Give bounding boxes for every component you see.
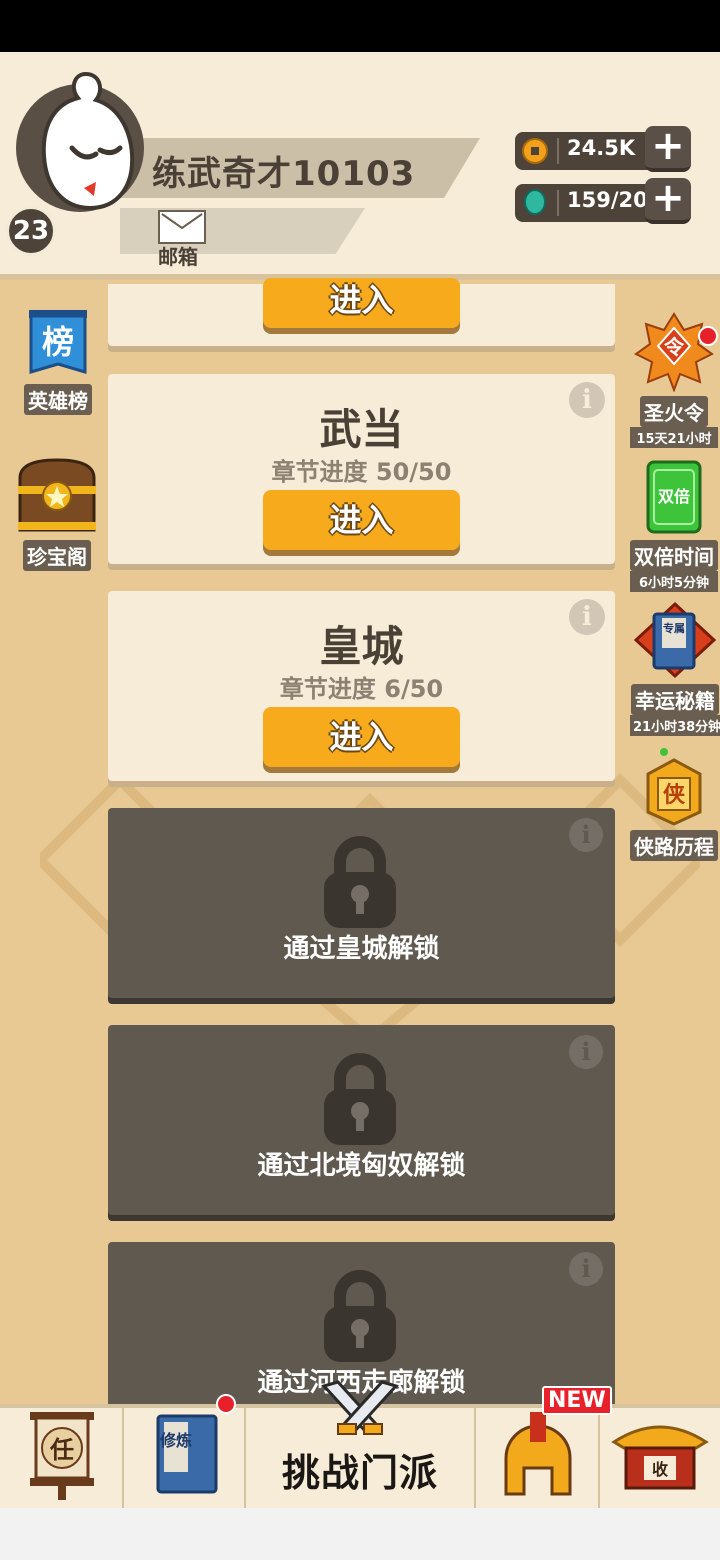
lucky-manual-button[interactable]: 专属 幸运秘籍 21小时38分钟 xyxy=(630,600,720,736)
sect-card-wudang: i 武当 章节进度 50/50 进入 xyxy=(108,374,615,564)
mail-label[interactable]: 邮箱 xyxy=(158,241,198,270)
double-time-button[interactable]: 双倍 双倍时间 6小时5分钟 xyxy=(630,458,718,592)
svg-text:令: 令 xyxy=(664,335,685,359)
svg-text:专属: 专属 xyxy=(663,621,685,635)
info-icon[interactable]: i xyxy=(569,818,603,852)
sect-title: 武当 xyxy=(319,405,404,454)
helmet-icon xyxy=(504,1412,572,1496)
lock-icon xyxy=(324,1270,396,1362)
add-gold-button[interactable]: + xyxy=(645,126,691,172)
info-icon[interactable]: i xyxy=(569,1252,603,1286)
challenge-sect-label[interactable]: 挑战门派 xyxy=(270,1442,450,1497)
treasure-pavilion-button[interactable]: 珍宝阁 xyxy=(12,456,102,571)
avatar[interactable] xyxy=(16,70,148,212)
enter-button[interactable]: 进入 xyxy=(263,278,460,328)
nav-equipment[interactable] xyxy=(476,1408,600,1512)
pavilion-icon: 收 xyxy=(611,1425,709,1490)
treasure-chest-icon xyxy=(18,458,96,532)
gem-counter: 159/20 xyxy=(515,184,655,222)
unlock-condition: 通过皇城解锁 xyxy=(283,934,440,964)
locked-sect-card: i 通过北境匈奴解锁 xyxy=(108,1025,615,1215)
mail-banner xyxy=(120,208,365,254)
notification-dot xyxy=(216,1394,236,1414)
sect-card-partial: 进入 xyxy=(108,278,615,346)
sacred-fire-order-timer: 15天21小时 xyxy=(630,427,718,448)
info-icon[interactable]: i xyxy=(569,1035,603,1069)
mail-icon[interactable] xyxy=(158,210,206,244)
lucky-manual-timer: 21小时38分钟 xyxy=(630,715,720,736)
hero-ranking-button[interactable]: 榜 英雄榜 xyxy=(14,308,102,415)
coin-icon xyxy=(522,138,548,164)
double-time-label: 双倍时间 xyxy=(630,540,718,571)
cultivation-book-icon: 修炼 xyxy=(156,1414,218,1494)
lock-icon xyxy=(324,836,396,928)
chapter-progress: 章节进度 6/50 xyxy=(279,675,444,703)
nav-cultivate[interactable]: 修炼 xyxy=(124,1408,246,1512)
jade-icon xyxy=(524,189,546,215)
treasure-pavilion-label: 珍宝阁 xyxy=(23,540,91,571)
chapter-progress: 章节进度 50/50 xyxy=(271,458,452,486)
gem-value: 159/20 xyxy=(567,188,648,212)
gold-value: 24.5K xyxy=(567,136,636,160)
svg-text:双倍: 双倍 xyxy=(658,487,690,506)
hero-journey-button[interactable]: 侠 侠路历程 xyxy=(630,746,718,861)
enter-button[interactable]: 进入 xyxy=(263,490,460,550)
enter-button[interactable]: 进入 xyxy=(263,707,460,767)
hero-ranking-label: 英雄榜 xyxy=(24,384,92,415)
svg-text:修炼: 修炼 xyxy=(159,1431,192,1450)
svg-text:榜: 榜 xyxy=(42,323,74,361)
system-nav-area xyxy=(0,1508,720,1560)
gold-counter: 24.5K xyxy=(515,132,655,170)
svg-text:任: 任 xyxy=(49,1436,74,1464)
nav-tasks[interactable]: 任 xyxy=(0,1408,124,1512)
flame-token-icon: 令 xyxy=(634,312,714,393)
notification-dot xyxy=(698,326,718,346)
nav-collect[interactable]: 收 xyxy=(600,1408,720,1512)
locked-sect-card: i 通过皇城解锁 xyxy=(108,808,615,998)
sect-title: 皇城 xyxy=(319,622,404,671)
level-badge: 23 xyxy=(6,206,56,256)
new-badge: NEW xyxy=(542,1386,612,1415)
hero-journey-label: 侠路历程 xyxy=(630,830,718,861)
crossed-swords-icon xyxy=(321,1380,399,1435)
status-bar xyxy=(0,0,720,52)
lock-icon xyxy=(324,1053,396,1145)
add-gem-button[interactable]: + xyxy=(645,178,691,224)
svg-text:收: 收 xyxy=(652,1460,668,1479)
double-time-timer: 6小时5分钟 xyxy=(630,571,718,592)
lucky-manual-label: 幸运秘籍 xyxy=(631,684,719,715)
svg-text:侠: 侠 xyxy=(663,782,686,808)
double-card-icon: 双倍 xyxy=(646,460,702,534)
secret-book-icon: 专属 xyxy=(633,601,717,679)
unlock-condition: 通过北境匈奴解锁 xyxy=(257,1151,466,1181)
ranking-scroll-icon: 榜 xyxy=(29,310,87,375)
task-scroll-icon: 任 xyxy=(30,1412,94,1500)
player-name: 练武奇才10103 xyxy=(152,154,416,194)
avatar-face-icon xyxy=(41,71,135,211)
sacred-fire-order-label: 圣火令 xyxy=(640,396,708,427)
hero-badge-icon: 侠 xyxy=(646,748,702,826)
sect-card-huangcheng: i 皇城 章节进度 6/50 进入 xyxy=(108,591,615,781)
